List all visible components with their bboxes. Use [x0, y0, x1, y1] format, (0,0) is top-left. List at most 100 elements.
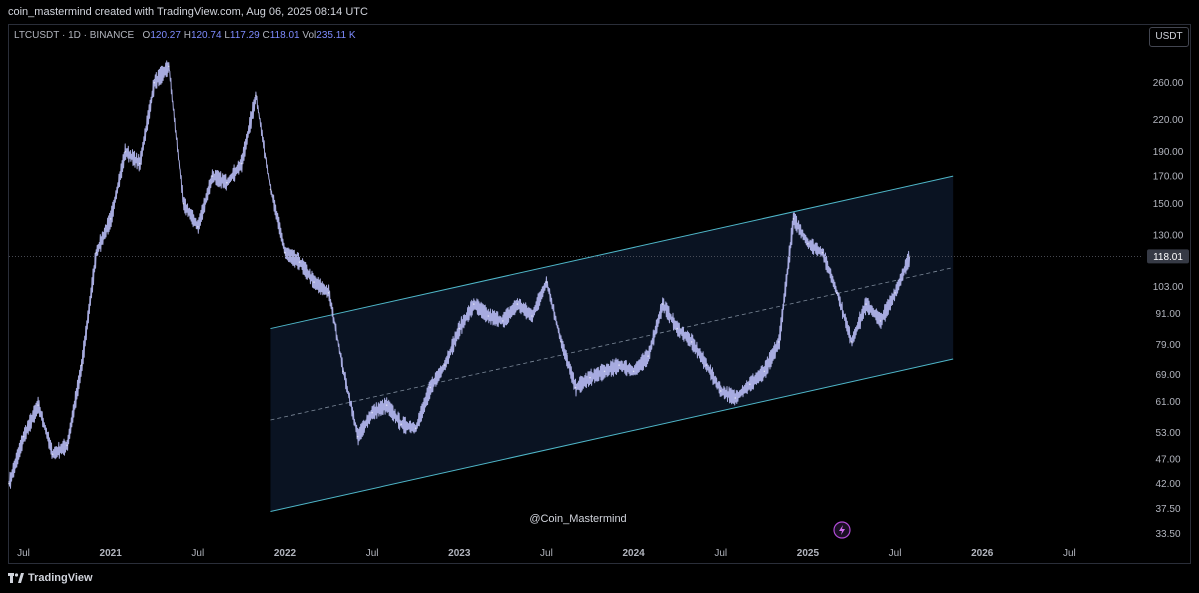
x-tick-label: 2021 — [100, 548, 123, 559]
y-tick-label: 103.00 — [1153, 282, 1184, 293]
regression-channel[interactable] — [270, 175, 954, 512]
y-tick-label: 61.00 — [1155, 397, 1180, 408]
price-point — [458, 327, 461, 330]
price-chart[interactable]: 118.01 260.00 220.00 190.00 170.00 150.00 130.… — [0, 0, 1199, 593]
price-point — [502, 320, 504, 322]
price-point — [269, 188, 272, 191]
price-point — [792, 218, 795, 220]
x-tick-label: Jul — [714, 548, 727, 559]
y-tick-label: 69.00 — [1155, 370, 1180, 381]
close-label: C — [262, 30, 270, 41]
price-point — [197, 226, 199, 228]
price-point — [298, 261, 301, 263]
high-label: H — [183, 30, 191, 41]
y-tick-label: 33.50 — [1155, 529, 1180, 540]
price-point — [589, 376, 591, 379]
price-point — [749, 383, 751, 386]
price-point — [676, 327, 678, 330]
price-point — [429, 386, 432, 389]
footer-bar: TradingView — [0, 564, 1199, 593]
x-tick-label: 2025 — [797, 548, 820, 559]
x-tick-label: Jul — [1063, 548, 1076, 559]
price-point — [400, 423, 402, 426]
y-tick-label: 130.00 — [1153, 231, 1184, 242]
y-tick-label: 37.50 — [1155, 504, 1180, 515]
price-point — [661, 303, 664, 305]
price-point — [414, 427, 417, 430]
watermark-text: @Coin_Mastermind — [529, 513, 626, 525]
price-point — [632, 370, 635, 373]
x-tick-label: 2023 — [448, 548, 471, 559]
y-tick-label: 91.00 — [1155, 309, 1180, 320]
lightning-icon[interactable] — [833, 521, 851, 539]
x-tick-label: Jul — [17, 548, 30, 559]
price-point — [211, 175, 214, 177]
x-axis[interactable]: Jul 2021 Jul 2022 Jul 2023 Jul 2024 Jul 2025 Jul 20… — [17, 548, 1076, 559]
price-point — [516, 303, 519, 305]
symbol-legend: LTCUSDT · 1D · BINANCE O120.27 H120.74 L… — [14, 30, 356, 41]
price-point — [284, 251, 286, 254]
price-point — [850, 341, 853, 343]
y-tick-label: 47.00 — [1155, 454, 1180, 465]
volume-value: 235.11 K — [316, 30, 356, 41]
price-point — [255, 94, 257, 97]
price-point — [240, 162, 243, 165]
high-value: 120.74 — [190, 30, 222, 41]
price-point — [327, 292, 330, 294]
footer-brand[interactable]: TradingView — [28, 572, 93, 584]
price-point — [109, 218, 112, 220]
price-point — [894, 292, 896, 294]
price-point — [821, 251, 824, 254]
y-tick-label: 53.00 — [1155, 428, 1180, 439]
price-point — [690, 341, 693, 343]
price-point — [473, 303, 475, 305]
volume-label: Vol — [302, 30, 317, 41]
price-point — [763, 370, 766, 373]
price-point — [385, 404, 388, 406]
price-point — [95, 251, 97, 254]
x-tick-label: Jul — [889, 548, 902, 559]
tradingview-logo-icon[interactable] — [8, 573, 24, 583]
price-point — [153, 81, 156, 84]
price-point — [705, 364, 708, 366]
price-point — [124, 150, 127, 153]
price-point — [356, 435, 359, 438]
channel-fill — [270, 176, 954, 512]
symbol-name[interactable]: LTCUSDT · 1D · BINANCE — [14, 30, 134, 41]
y-tick-label: 190.00 — [1153, 147, 1184, 158]
price-point — [719, 390, 722, 392]
low-value: 117.29 — [229, 30, 260, 41]
currency-button[interactable]: USDT — [1149, 27, 1189, 47]
price-point — [37, 404, 39, 406]
y-tick-label: 79.00 — [1155, 340, 1180, 351]
y-tick-label: 42.00 — [1155, 479, 1180, 490]
x-tick-label: 2026 — [971, 548, 994, 559]
price-point — [531, 315, 533, 317]
x-tick-label: Jul — [191, 548, 204, 559]
price-point — [545, 281, 548, 283]
x-tick-label: 2024 — [622, 548, 645, 559]
y-tick-label: 220.00 — [1153, 115, 1184, 126]
x-tick-label: Jul — [540, 548, 553, 559]
price-point — [167, 65, 170, 68]
x-tick-label: Jul — [366, 548, 379, 559]
price-point — [66, 444, 68, 447]
y-tick-label: 170.00 — [1153, 172, 1184, 183]
price-point — [865, 303, 867, 305]
price-point — [313, 281, 315, 283]
price-point — [807, 242, 809, 245]
price-point — [443, 364, 446, 366]
last-price-label: 118.01 — [1153, 252, 1183, 263]
price-point — [603, 370, 606, 373]
price-point — [371, 411, 373, 414]
price-point — [8, 482, 10, 485]
price-point — [487, 315, 490, 317]
price-point — [778, 341, 780, 343]
price-point — [51, 453, 54, 456]
price-point — [138, 162, 141, 165]
close-value: 118.01 — [269, 30, 300, 41]
price-point — [560, 341, 562, 343]
price-point — [182, 202, 185, 205]
y-axis[interactable]: 118.01 260.00 220.00 190.00 170.00 150.00 130.… — [1147, 78, 1189, 540]
price-point — [879, 320, 882, 322]
